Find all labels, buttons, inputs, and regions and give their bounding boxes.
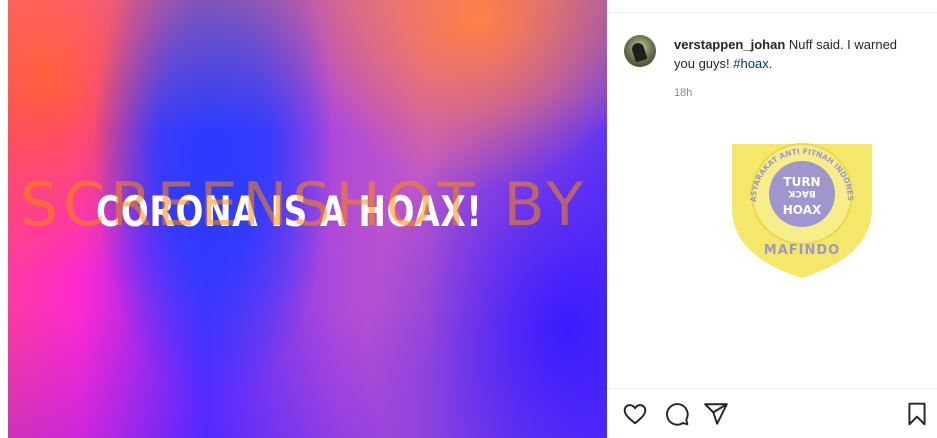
avatar[interactable] (624, 35, 656, 67)
instagram-post: CORONA IS A HOAX! SCREENSHOT BY verstapp… (0, 0, 937, 438)
mafindo-logo: MASYARAKAT ANTI FITNAH INDONESIA TURN BA… (726, 130, 872, 278)
divider (607, 12, 937, 13)
caption-end: . (768, 56, 773, 71)
divider (607, 388, 937, 389)
username-link[interactable]: verstappen_johan (674, 37, 785, 52)
post-image-text: CORONA IS A HOAX! (96, 187, 483, 236)
post-image[interactable]: CORONA IS A HOAX! (8, 0, 607, 438)
post-timestamp[interactable]: 18h (674, 87, 692, 99)
logo-name: MAFINDO (764, 243, 840, 258)
post-caption: verstappen_johan Nuff said. I warned you… (674, 35, 914, 73)
heart-icon[interactable] (622, 401, 648, 427)
comment-icon[interactable] (664, 401, 690, 427)
hashtag-link[interactable]: #hoax (733, 56, 768, 71)
logo-line-3: HOAX (783, 203, 822, 217)
logo-line-1: TURN (783, 175, 820, 189)
paper-plane-icon[interactable] (703, 401, 729, 427)
logo-line-2: BACK (787, 188, 815, 198)
bookmark-icon[interactable] (904, 401, 930, 427)
